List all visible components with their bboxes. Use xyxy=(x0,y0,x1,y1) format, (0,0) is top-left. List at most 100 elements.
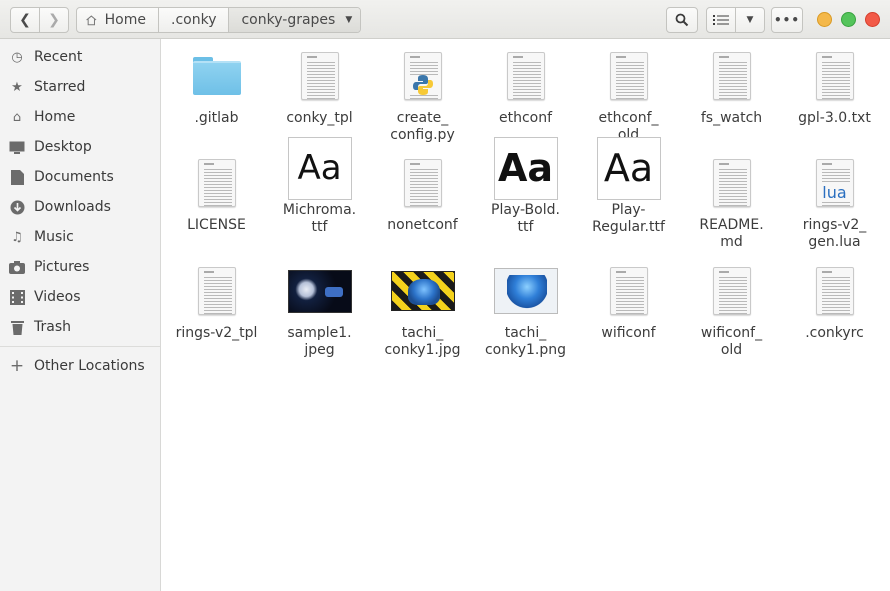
file-name: nonetconf xyxy=(387,217,458,233)
file-item[interactable]: Aa Play-Bold. ttf xyxy=(474,136,577,236)
sidebar-item-trash[interactable]: Trash xyxy=(0,312,160,342)
file-name: fs_watch xyxy=(700,110,763,126)
sidebar-item-label: Home xyxy=(34,109,76,125)
file-item[interactable]: Aa Play- Regular.ttf xyxy=(577,136,680,236)
file-name: Play-Bold. ttf xyxy=(491,202,560,235)
list-view-button[interactable] xyxy=(706,7,736,33)
sidebar-item-label: Downloads xyxy=(34,199,111,215)
file-item[interactable]: .conkyrc xyxy=(783,259,886,342)
file-name: Play- Regular.ttf xyxy=(592,202,665,235)
camera-icon xyxy=(9,259,25,275)
file-item[interactable]: nonetconf xyxy=(371,151,474,234)
sidebar-item-desktop[interactable]: Desktop xyxy=(0,132,160,162)
text-file-icon xyxy=(197,159,236,207)
chevron-right-icon: ❯ xyxy=(48,12,60,28)
file-name: LICENSE xyxy=(187,217,246,233)
file-item[interactable]: ethconf_ old xyxy=(577,44,680,144)
maximize-button[interactable] xyxy=(841,12,856,27)
plus-icon: + xyxy=(9,356,25,376)
text-file-icon xyxy=(815,267,854,315)
file-item[interactable]: sample1. jpeg xyxy=(268,259,371,359)
search-button[interactable] xyxy=(666,7,698,33)
lua-badge: lua xyxy=(822,182,847,202)
file-item[interactable]: wificonf xyxy=(577,259,680,342)
search-icon xyxy=(675,13,689,27)
sidebar-item-label: Other Locations xyxy=(34,358,145,374)
file-item[interactable]: create_ config.py xyxy=(371,44,474,144)
file-item[interactable]: .gitlab xyxy=(165,44,268,127)
sidebar-item-starred[interactable]: ★ Starred xyxy=(0,72,160,102)
breadcrumb-current-label: conky-grapes xyxy=(241,12,336,28)
python-file-icon xyxy=(403,52,442,100)
text-file-icon xyxy=(712,159,751,207)
file-name: tachi_ conky1.jpg xyxy=(384,325,461,358)
breadcrumb-conky[interactable]: .conky xyxy=(159,8,230,32)
film-icon xyxy=(9,289,25,305)
view-options-button[interactable]: ▼ xyxy=(735,7,765,33)
sidebar-item-documents[interactable]: Documents xyxy=(0,162,160,192)
breadcrumb-conky-grapes[interactable]: conky-grapes ▼ xyxy=(229,8,361,32)
lua-file-icon: lua xyxy=(815,159,854,207)
breadcrumb-home[interactable]: Home xyxy=(77,8,159,32)
file-item[interactable]: rings-v2_tpl xyxy=(165,259,268,342)
close-button[interactable] xyxy=(865,12,880,27)
file-name: wificonf_ old xyxy=(700,325,763,358)
font-preview: Aa xyxy=(596,136,661,200)
file-name: rings-v2_tpl xyxy=(175,325,258,341)
minimize-button[interactable] xyxy=(817,12,832,27)
home-icon xyxy=(86,15,97,26)
sidebar-item-other-locations[interactable]: + Other Locations xyxy=(0,351,160,381)
sidebar-item-music[interactable]: ♫ Music xyxy=(0,222,160,252)
chevron-down-icon: ▼ xyxy=(746,15,754,25)
sidebar-item-home[interactable]: ⌂ Home xyxy=(0,102,160,132)
file-item[interactable]: README. md xyxy=(680,151,783,251)
file-item[interactable]: tachi_ conky1.png xyxy=(474,259,577,359)
documents-icon xyxy=(9,169,25,185)
sidebar-item-label: Desktop xyxy=(34,139,92,155)
file-item[interactable]: ethconf xyxy=(474,44,577,127)
file-name: .gitlab xyxy=(194,110,239,126)
text-file-icon xyxy=(300,52,339,100)
file-name: rings-v2_ gen.lua xyxy=(802,217,867,250)
sidebar-item-label: Music xyxy=(34,229,74,245)
sidebar-item-label: Pictures xyxy=(34,259,90,275)
star-icon: ★ xyxy=(11,79,23,95)
sidebar-item-videos[interactable]: Videos xyxy=(0,282,160,312)
file-item[interactable]: wificonf_ old xyxy=(680,259,783,359)
forward-button[interactable]: ❯ xyxy=(39,7,69,33)
file-item[interactable]: Aa Michroma. ttf xyxy=(268,136,371,236)
clock-icon: ◷ xyxy=(11,49,23,65)
text-file-icon xyxy=(403,159,442,207)
file-item[interactable]: LICENSE xyxy=(165,151,268,234)
file-item[interactable]: gpl-3.0.txt xyxy=(783,44,886,127)
file-item[interactable]: conky_tpl xyxy=(268,44,371,127)
sidebar-item-recent[interactable]: ◷ Recent xyxy=(0,42,160,72)
text-file-icon xyxy=(815,52,854,100)
text-file-icon xyxy=(712,52,751,100)
download-icon xyxy=(9,199,25,215)
file-name: wificonf xyxy=(601,325,656,341)
file-item[interactable]: fs_watch xyxy=(680,44,783,127)
sidebar-item-pictures[interactable]: Pictures xyxy=(0,252,160,282)
font-preview: Aa xyxy=(287,136,352,200)
back-button[interactable]: ❮ xyxy=(10,7,40,33)
text-file-icon xyxy=(609,52,648,100)
text-file-icon xyxy=(197,267,236,315)
trash-icon xyxy=(9,319,25,335)
folder-icon xyxy=(192,57,241,95)
file-name: tachi_ conky1.png xyxy=(484,325,567,358)
file-item[interactable]: tachi_ conky1.jpg xyxy=(371,259,474,359)
sidebar-item-downloads[interactable]: Downloads xyxy=(0,192,160,222)
file-item[interactable]: lua rings-v2_ gen.lua xyxy=(783,151,886,251)
header-bar: ❮ ❯ Home .conky conky-grapes ▼ ▼ ••• xyxy=(0,0,890,39)
more-icon: ••• xyxy=(773,13,800,27)
text-file-icon xyxy=(609,267,648,315)
sidebar-item-label: Documents xyxy=(34,169,114,185)
image-thumbnail xyxy=(287,269,352,313)
font-preview: Aa xyxy=(493,136,558,200)
sidebar-divider xyxy=(0,346,160,347)
file-name: conky_tpl xyxy=(286,110,353,126)
chevron-down-icon: ▼ xyxy=(345,15,353,25)
menu-button[interactable]: ••• xyxy=(771,7,803,33)
sidebar: ◷ Recent ★ Starred ⌂ Home Desktop Docume… xyxy=(0,39,161,591)
